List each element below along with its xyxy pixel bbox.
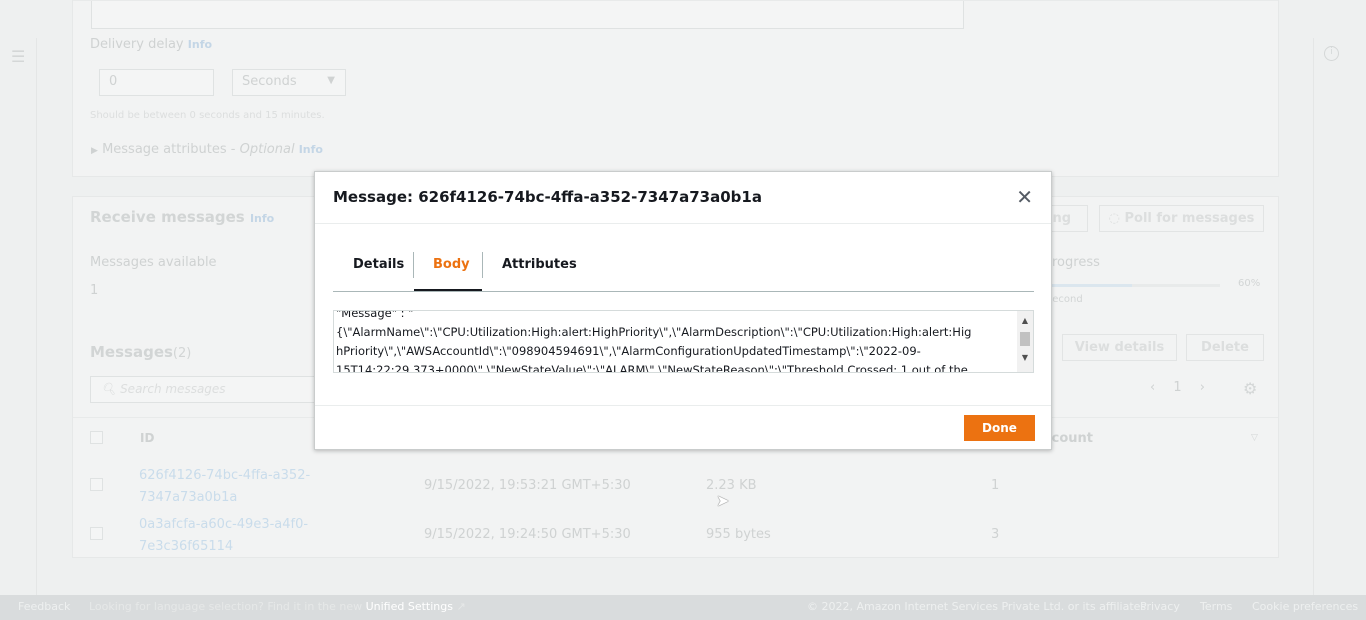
receive-count: 1 <box>991 478 1000 493</box>
external-link-icon: ↗ <box>456 600 466 613</box>
delay-hint: Should be between 0 seconds and 15 minut… <box>90 110 325 121</box>
tab-details[interactable]: Details <box>353 257 404 272</box>
close-icon[interactable]: ✕ <box>1016 185 1033 209</box>
size: 955 bytes <box>706 527 771 542</box>
cookie-preferences-link[interactable]: Cookie preferences <box>1252 595 1358 618</box>
size: 2.23 KB <box>706 478 757 493</box>
privacy-link[interactable]: Privacy <box>1140 595 1180 618</box>
caret-down-icon: ▼ <box>327 75 335 86</box>
polling-progress-label: rogress <box>1052 255 1100 270</box>
receive-count: 3 <box>991 527 1000 542</box>
settings-icon[interactable]: ⚙ <box>1243 379 1257 398</box>
receive-title: Receive messages <box>90 208 245 226</box>
message-id-link[interactable]: 626f4126-74bc-4ffa-a352- 7347a73a0b1a <box>139 465 310 509</box>
pagination[interactable]: ‹ 1 › <box>1150 380 1205 395</box>
progress-sub: second <box>1047 294 1083 305</box>
sort-icon[interactable]: ▽ <box>1251 433 1258 443</box>
unified-settings-link[interactable]: Unified Settings <box>366 600 453 613</box>
terms-link[interactable]: Terms <box>1200 595 1232 618</box>
message-body-input[interactable] <box>91 0 964 29</box>
right-rail <box>1313 38 1366 595</box>
left-rail <box>0 38 37 595</box>
delay-input[interactable]: 0 <box>99 69 214 96</box>
row-checkbox[interactable] <box>90 527 103 540</box>
menu-icon[interactable]: ☰ <box>11 47 25 66</box>
delay-unit-select[interactable]: Seconds ▼ <box>232 69 346 96</box>
refresh-icon: ◌ <box>1108 211 1120 226</box>
messages-available-value: 1 <box>90 283 99 298</box>
delivery-delay-label: Delivery delay <box>90 37 184 52</box>
done-button[interactable]: Done <box>964 415 1035 441</box>
sent-time: 9/15/2022, 19:24:50 GMT+5:30 <box>424 527 631 542</box>
poll-for-messages-button[interactable]: ◌ Poll for messages <box>1099 205 1264 232</box>
scrollbar[interactable]: ▲ ▼ <box>1017 311 1033 372</box>
view-details-button[interactable]: View details <box>1062 334 1177 361</box>
tab-body[interactable]: Body <box>433 257 470 272</box>
feedback-link[interactable]: Feedback <box>18 595 70 618</box>
select-all-checkbox[interactable] <box>90 431 103 444</box>
tab-attributes[interactable]: Attributes <box>502 257 577 272</box>
sent-time: 9/15/2022, 19:53:21 GMT+5:30 <box>424 478 631 493</box>
messages-title: Messages <box>90 343 173 361</box>
row-checkbox[interactable] <box>90 478 103 491</box>
footer: Feedback Looking for language selection?… <box>0 595 1366 620</box>
delete-button[interactable]: Delete <box>1186 334 1264 361</box>
message-body-textarea[interactable]: "Message" : " {\"AlarmName\":\"CPU:Utili… <box>333 310 1034 373</box>
message-id-link[interactable]: 0a3afcfa-a60c-49e3-a4f0- 7e3c36f65114 <box>139 514 308 558</box>
search-input[interactable]: 🔍︎ Search messages <box>90 376 330 403</box>
mouse-cursor: ➤ <box>716 491 730 510</box>
message-modal: Message: 626f4126-74bc-4ffa-a352-7347a73… <box>314 171 1052 450</box>
message-attributes-toggle[interactable]: ▶ Message attributes - Optional Info <box>91 142 323 157</box>
progress-percent: 60% <box>1238 278 1261 289</box>
caret-right-icon: ▶ <box>91 146 98 156</box>
column-id: ID <box>140 431 155 445</box>
info-link[interactable]: Info <box>188 38 212 51</box>
messages-available-label: Messages available <box>90 255 217 270</box>
modal-title: Message: 626f4126-74bc-4ffa-a352-7347a73… <box>333 188 762 206</box>
search-icon: 🔍︎ <box>101 382 117 396</box>
info-icon[interactable]: i <box>1324 46 1339 61</box>
